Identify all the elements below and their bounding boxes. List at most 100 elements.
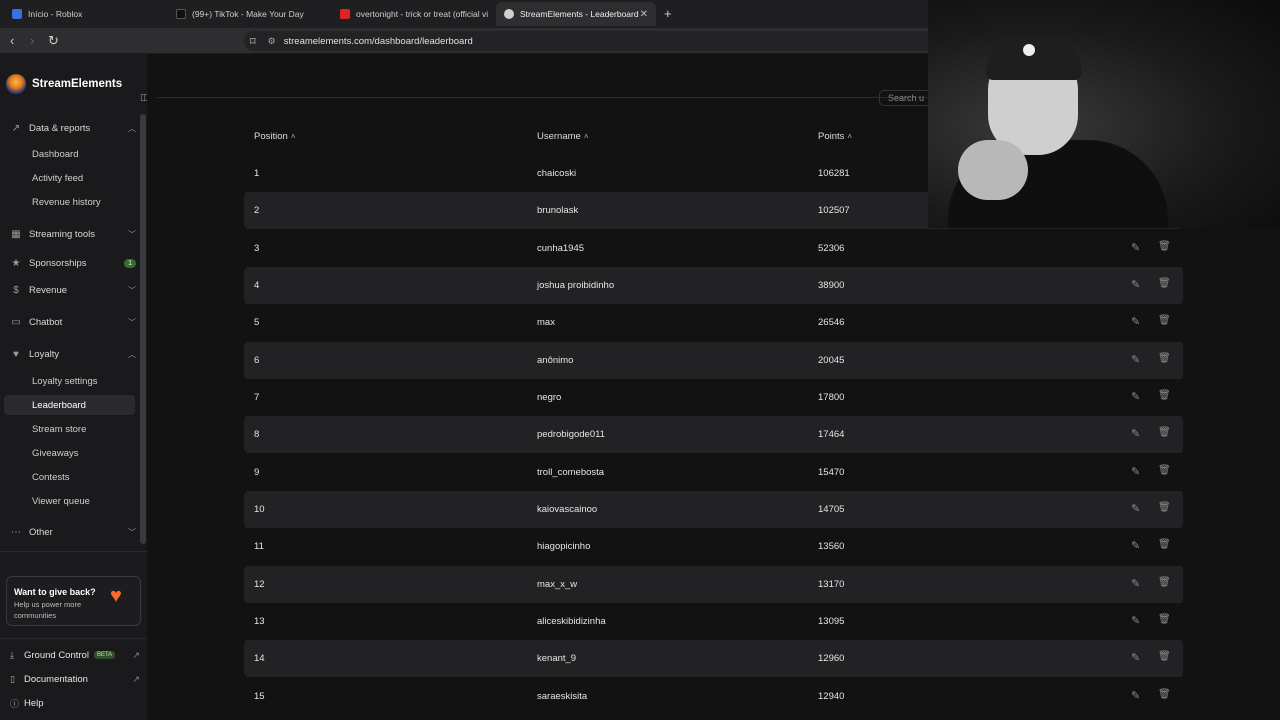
delete-icon[interactable]: 🗑 xyxy=(1158,614,1171,625)
sort-arrow-icon: ˄ xyxy=(847,132,853,141)
star-icon: ★ xyxy=(11,257,21,269)
column-label: Username xyxy=(537,131,581,142)
nav-item-loyalty-settings[interactable]: Loyalty settings xyxy=(4,371,135,391)
cell-username: kenant_9 xyxy=(537,653,577,665)
nav-section-other[interactable]: ⋯ Other ﹀ xyxy=(10,523,136,541)
browser-tab-roblox[interactable]: Início - Roblox xyxy=(4,4,164,24)
cell-position: 1 xyxy=(254,168,260,179)
delete-icon[interactable]: 🗑 xyxy=(1158,278,1171,289)
table-row: 11 hiagopicinho 13560 ✎ 🗑 xyxy=(244,528,1183,565)
nav-item-revenue-history[interactable]: Revenue history xyxy=(4,192,135,212)
nav-item-activity-feed[interactable]: Activity feed xyxy=(4,168,135,188)
brand-name: StreamElements xyxy=(32,78,123,90)
table-row: 9 troll_comebosta 15470 ✎ 🗑 xyxy=(244,454,1183,491)
nav-section-chatbot[interactable]: ▭ Chatbot ﹀ xyxy=(10,313,136,331)
nav-item-viewer-queue[interactable]: Viewer queue xyxy=(4,491,135,511)
reload-icon[interactable]: ↻ xyxy=(48,33,59,49)
edit-icon[interactable]: ✎ xyxy=(1131,353,1140,366)
table-row: 13 aliceskibidizinha 13095 ✎ 🗑 xyxy=(244,603,1183,640)
tab-label: StreamElements - Leaderboard xyxy=(520,9,639,19)
edit-icon[interactable]: ✎ xyxy=(1131,614,1140,627)
address-bar[interactable]: ⌑ ⚙ streamelements.com/dashboard/leaderb… xyxy=(244,31,944,51)
cell-username: negro xyxy=(537,391,562,403)
cell-username: max xyxy=(537,317,555,329)
edit-icon[interactable]: ✎ xyxy=(1131,502,1140,515)
column-header-username[interactable]: Username ˄ xyxy=(537,131,589,142)
loyalty-hand-icon: ♥ xyxy=(13,348,19,360)
cell-username: max_x_w xyxy=(537,578,578,590)
chat-icon: ▭ xyxy=(11,316,21,328)
webcam-person-hand xyxy=(958,140,1028,200)
delete-icon[interactable]: 🗑 xyxy=(1158,651,1171,662)
site-info-icon[interactable]: ⚙ xyxy=(268,36,276,47)
edit-icon[interactable]: ✎ xyxy=(1131,577,1140,590)
column-header-position[interactable]: Position ˄ xyxy=(254,131,295,142)
delete-icon[interactable]: 🗑 xyxy=(1158,427,1171,438)
heart-icon: ♥ xyxy=(110,585,122,607)
brand-logo[interactable]: StreamElements xyxy=(6,74,122,94)
external-link-icon: ↗ xyxy=(132,673,140,684)
delete-icon[interactable]: 🗑 xyxy=(1158,241,1171,252)
delete-icon[interactable]: 🗑 xyxy=(1158,353,1171,364)
sidebar-scrollbar[interactable] xyxy=(140,114,146,544)
cell-points: 38900 xyxy=(818,279,845,291)
nav-item-dashboard[interactable]: Dashboard xyxy=(4,144,135,164)
edit-icon[interactable]: ✎ xyxy=(1131,278,1140,291)
edit-icon[interactable]: ✎ xyxy=(1131,651,1140,664)
cell-username: kaiovascainoo xyxy=(537,503,598,515)
nav-item-stream-store[interactable]: Stream store xyxy=(4,419,135,439)
browser-tab-tiktok[interactable]: (99+) TikTok - Make Your Day xyxy=(168,4,328,24)
close-tab-icon[interactable]: ✕ xyxy=(640,9,648,20)
new-tab-icon[interactable]: + xyxy=(664,6,672,21)
delete-icon[interactable]: 🗑 xyxy=(1158,390,1171,401)
edit-icon[interactable]: ✎ xyxy=(1131,390,1140,403)
column-header-points[interactable]: Points ˄ xyxy=(818,131,852,142)
nav-section-revenue[interactable]: $ Revenue ﹀ xyxy=(10,281,136,299)
nav-item-contests[interactable]: Contests xyxy=(4,467,135,487)
cell-position: 3 xyxy=(254,242,260,254)
cell-position: 11 xyxy=(254,541,264,553)
browser-tab-streamelements[interactable]: StreamElements - Leaderboard ✕ xyxy=(496,2,656,26)
delete-icon[interactable]: 🗑 xyxy=(1158,539,1171,550)
edit-icon[interactable]: ✎ xyxy=(1131,539,1140,552)
nav-label: Revenue xyxy=(29,284,68,296)
delete-icon[interactable]: 🗑 xyxy=(1158,502,1171,513)
delete-icon[interactable]: 🗑 xyxy=(1158,465,1171,476)
edit-icon[interactable]: ✎ xyxy=(1131,315,1140,328)
chevron-down-icon: ﹀ xyxy=(128,229,136,239)
forward-icon[interactable]: › xyxy=(30,33,34,48)
help-link[interactable]: ⓘ Help xyxy=(10,695,140,711)
nav-section-sponsorships[interactable]: ★ Sponsorships 1 xyxy=(10,254,136,272)
edit-icon[interactable]: ✎ xyxy=(1131,465,1140,478)
nav-section-data-reports[interactable]: ↗ Data & reports ︿ xyxy=(10,119,136,137)
nav-label: Giveaways xyxy=(32,447,79,459)
cell-username: cunha1945 xyxy=(537,242,585,254)
nav-label: Other xyxy=(29,526,53,538)
layout-icon: ▦ xyxy=(11,228,21,240)
edit-icon[interactable]: ✎ xyxy=(1131,241,1140,254)
browser-tab-youtube[interactable]: overtonight - trick or treat (official v… xyxy=(332,4,492,24)
cell-points: 13170 xyxy=(818,578,845,590)
documentation-link[interactable]: ▯ Documentation ↗ xyxy=(10,671,140,687)
delete-icon[interactable]: 🗑 xyxy=(1158,689,1171,700)
give-back-title: Want to give back? xyxy=(14,587,96,597)
chevron-up-icon: ︿ xyxy=(128,123,136,133)
delete-icon[interactable]: 🗑 xyxy=(1158,315,1171,326)
nav-item-leaderboard[interactable]: Leaderboard xyxy=(4,395,135,415)
nav-label: Loyalty xyxy=(29,348,60,360)
edit-icon[interactable]: ✎ xyxy=(1131,427,1140,440)
roblox-favicon-icon xyxy=(12,9,22,19)
cell-position: 13 xyxy=(254,615,265,627)
delete-icon[interactable]: 🗑 xyxy=(1158,577,1171,588)
edit-icon[interactable]: ✎ xyxy=(1131,689,1140,702)
cell-username: brunolask xyxy=(537,205,579,217)
sponsorships-badge: 1 xyxy=(124,258,136,268)
nav-section-loyalty[interactable]: ♥ Loyalty ︿ xyxy=(10,345,136,363)
ground-control-link[interactable]: ⤓ Ground Control BETA ↗ xyxy=(10,647,140,663)
sidebar-divider xyxy=(0,551,147,552)
nav-section-streaming-tools[interactable]: ▦ Streaming tools ﹀ xyxy=(10,225,136,243)
bookmark-icon[interactable]: ⌑ xyxy=(250,35,256,48)
nav-item-giveaways[interactable]: Giveaways xyxy=(4,443,135,463)
give-back-card[interactable]: Want to give back? Help us power more co… xyxy=(6,576,141,626)
back-icon[interactable]: ‹ xyxy=(10,33,14,48)
